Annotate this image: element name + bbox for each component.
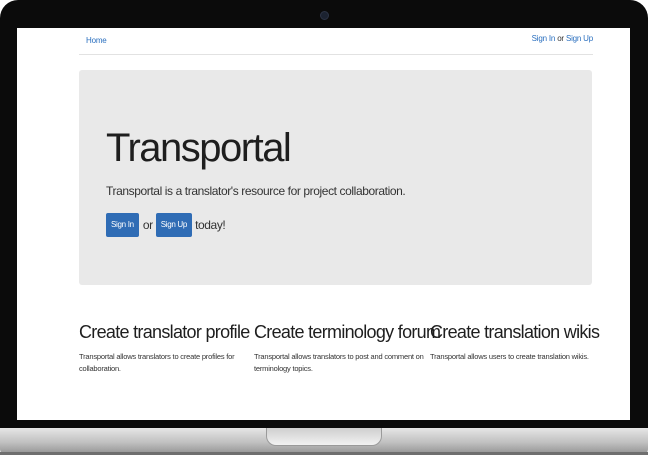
laptop-notch (266, 428, 382, 446)
feature-title: Create terminology forum (254, 322, 441, 342)
hero-lead-text: Transportal is a translator's resource f… (106, 184, 406, 198)
feature-text: Transportal allows translators to create… (79, 352, 235, 373)
hero-today-text: today! (195, 218, 226, 232)
nav-home-link[interactable]: Home (86, 36, 107, 45)
laptop-base (0, 428, 648, 455)
nav-or-text: or (557, 34, 564, 43)
sign-up-button[interactable]: Sign Up (155, 213, 193, 237)
nav-auth-links: Sign In or Sign Up (532, 34, 594, 43)
nav-sign-in-link[interactable]: Sign In (532, 34, 556, 43)
hero-or-text: or (142, 218, 153, 232)
feature-forum: Create terminology forum Transportal all… (254, 322, 441, 375)
laptop-frame: Home Sign In or Sign Up Transportal Tran… (0, 0, 648, 430)
page-title: Transportal (106, 126, 292, 170)
browser-viewport: Home Sign In or Sign Up Transportal Tran… (17, 28, 630, 420)
feature-title: Create translation wikis (430, 322, 600, 342)
feature-wikis: Create translation wikis Transportal all… (430, 322, 600, 363)
feature-title: Create translator profile (79, 322, 250, 342)
hero-actions: Sign In or Sign Up today! (106, 213, 226, 237)
nav-sign-up-link[interactable]: Sign Up (566, 34, 593, 43)
feature-text: Transportal allows users to create trans… (430, 352, 589, 361)
feature-text: Transportal allows translators to post a… (254, 352, 424, 373)
camera-icon (320, 11, 329, 20)
sign-in-button[interactable]: Sign In (106, 213, 139, 237)
feature-profile: Create translator profile Transportal al… (79, 322, 250, 375)
hero-jumbotron: Transportal Transportal is a translator'… (79, 70, 592, 285)
top-navbar: Home Sign In or Sign Up (79, 28, 593, 55)
